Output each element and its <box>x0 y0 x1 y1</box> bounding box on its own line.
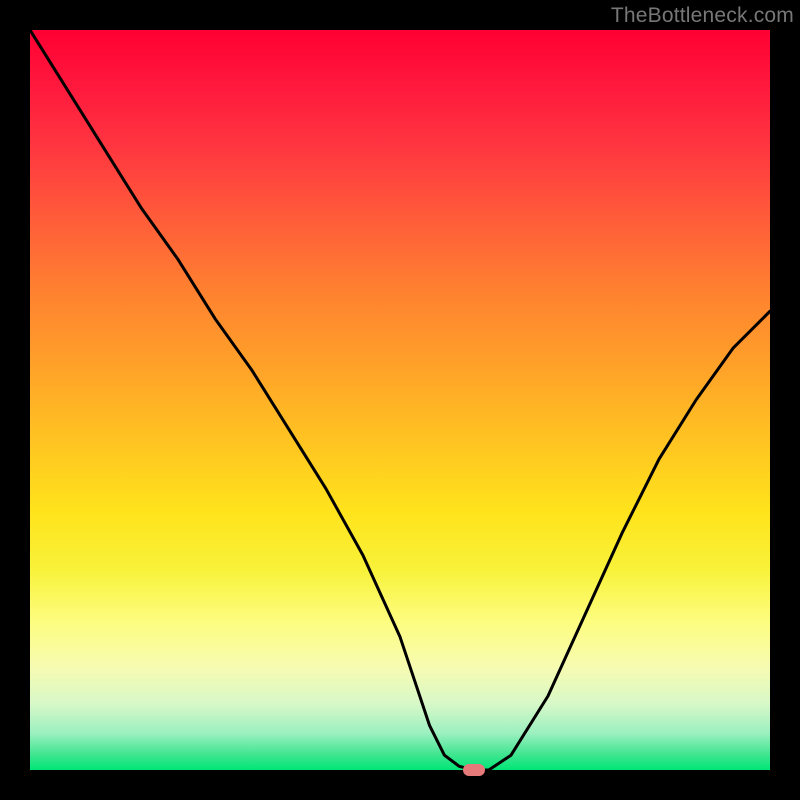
plot-area <box>30 30 770 770</box>
bottleneck-curve <box>30 30 770 770</box>
chart-frame: TheBottleneck.com <box>0 0 800 800</box>
watermark-text: TheBottleneck.com <box>611 4 794 28</box>
optimum-marker <box>463 764 485 776</box>
